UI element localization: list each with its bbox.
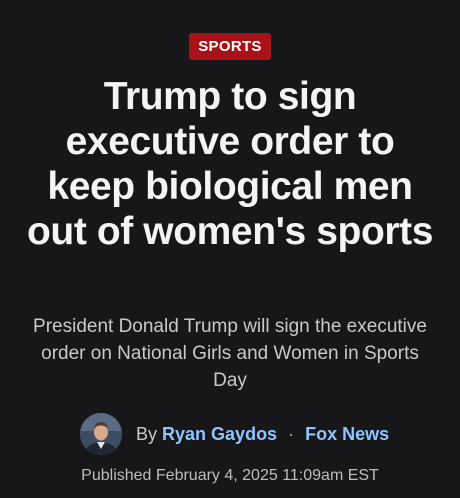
article-headline: Trump to sign executive order to keep bi… — [26, 75, 434, 253]
byline-text: By Ryan Gaydos · Fox News — [136, 424, 389, 445]
author-avatar[interactable] — [80, 413, 122, 455]
author-link[interactable]: Ryan Gaydos — [162, 424, 277, 444]
category-badge[interactable]: SPORTS — [189, 33, 271, 60]
byline: By Ryan Gaydos · Fox News — [80, 413, 400, 455]
publisher-link[interactable]: Fox News — [305, 424, 389, 444]
published-timestamp: Published February 4, 2025 11:09am EST — [81, 467, 379, 484]
avatar-photo-icon — [80, 413, 122, 455]
byline-prefix: By — [136, 423, 158, 444]
byline-separator: · — [288, 423, 295, 444]
article-subhead: President Donald Trump will sign the exe… — [33, 316, 427, 391]
article-header: SPORTS Trump to sign executive order to … — [0, 0, 460, 498]
